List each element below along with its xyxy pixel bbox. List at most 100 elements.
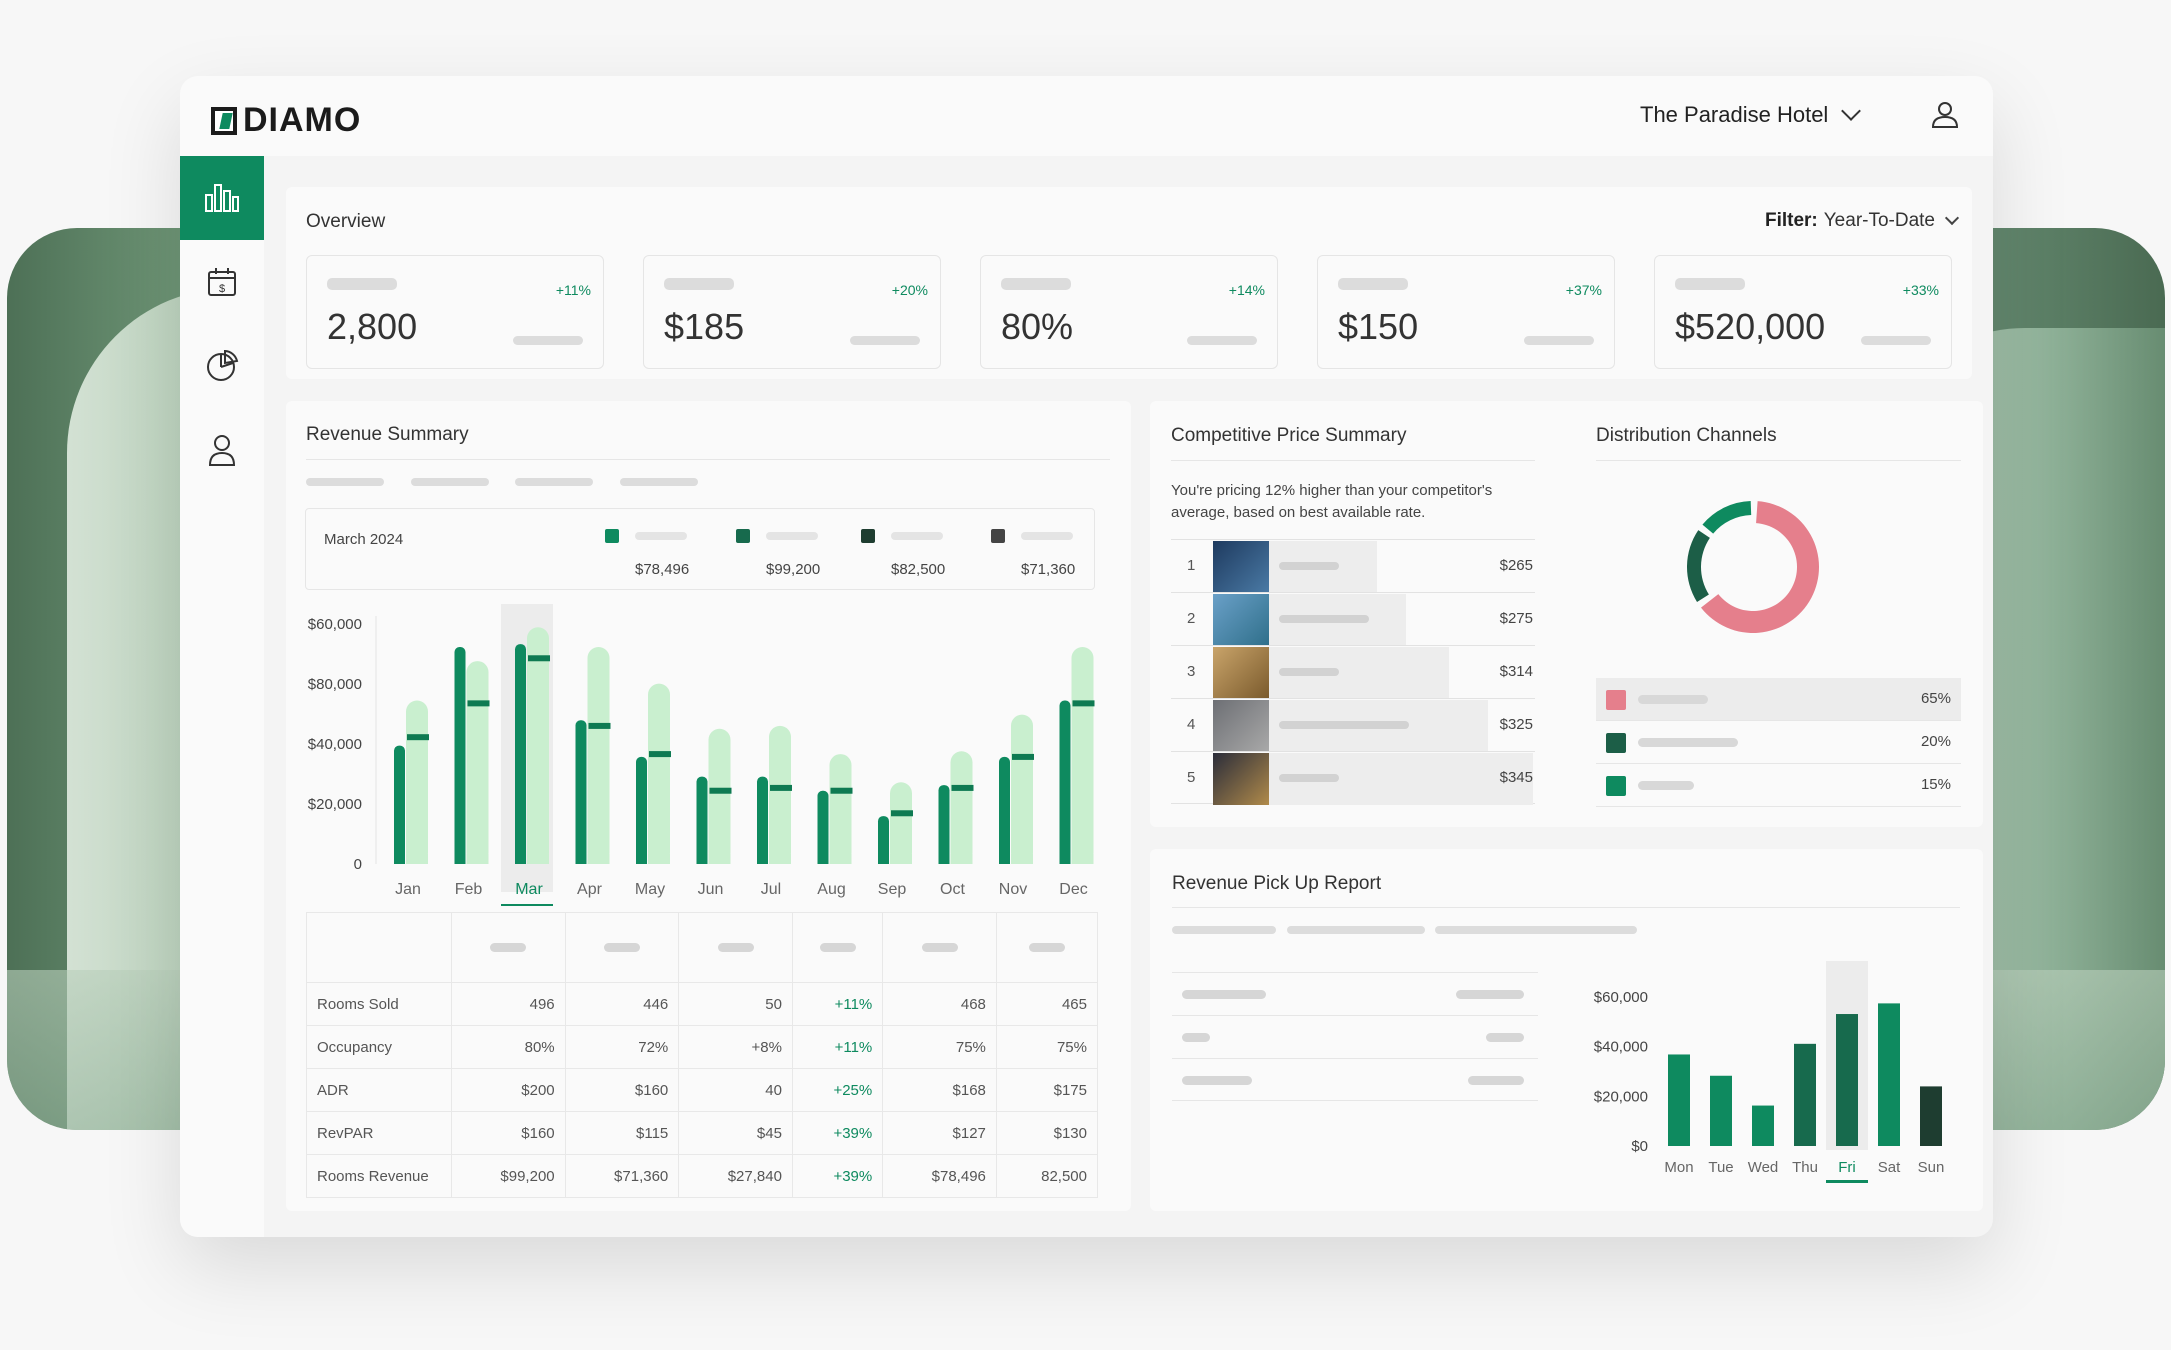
- table-header-cell[interactable]: [882, 912, 997, 983]
- bar-marker: [1072, 700, 1095, 707]
- tab-placeholder[interactable]: [411, 478, 489, 486]
- bar-primary: [999, 756, 1010, 864]
- competitor-rank: 2: [1187, 610, 1196, 627]
- table-header-cell[interactable]: [564, 912, 680, 983]
- chevron-down-icon: [1944, 210, 1960, 226]
- table-cell: $27,840: [678, 1154, 793, 1198]
- channel-row[interactable]: 20%: [1596, 721, 1961, 764]
- x-tick-label: Sat: [1878, 1159, 1901, 1176]
- bar-secondary: [829, 754, 852, 864]
- competitor-price: $325: [1499, 716, 1533, 733]
- table-cell: +11%: [791, 1025, 884, 1069]
- competitor-rank: 3: [1187, 663, 1196, 680]
- label-placeholder: [1021, 532, 1073, 540]
- legend-swatch: [991, 529, 1005, 543]
- table-cell: $168: [882, 1068, 997, 1112]
- bar-secondary: [890, 782, 912, 864]
- legend-month: March 2024: [324, 531, 404, 548]
- kpi-value: $150: [1338, 306, 1419, 347]
- sidebar-item-reports[interactable]: [180, 324, 264, 408]
- kpi-card[interactable]: +11% 2,800: [306, 255, 604, 369]
- hotel-selector[interactable]: The Paradise Hotel: [1640, 101, 1862, 128]
- competitor-rank: 1: [1187, 557, 1196, 574]
- bar-primary: [757, 776, 768, 864]
- table-cell: $99,200: [451, 1154, 566, 1198]
- x-tick-label: Jan: [395, 881, 421, 898]
- brand-logo[interactable]: DIAMO: [211, 101, 361, 140]
- legend-swatch: [736, 529, 750, 543]
- bar-secondary-base: [890, 854, 912, 864]
- bar: [1836, 1014, 1858, 1146]
- user-icon: [208, 435, 236, 466]
- kpi-card[interactable]: +33% $520,000: [1654, 255, 1952, 369]
- competitor-row[interactable]: 1 $265: [1171, 539, 1535, 593]
- table-header-cell[interactable]: [678, 912, 793, 983]
- bar-primary-base: [394, 858, 405, 864]
- kpi-delta: +37%: [1565, 282, 1602, 298]
- bar-secondary-base: [466, 854, 489, 864]
- table-header-cell[interactable]: [791, 912, 884, 983]
- x-tick-label: Sep: [878, 881, 907, 898]
- list-item: [1172, 1058, 1538, 1101]
- table-header-cell[interactable]: [451, 912, 566, 983]
- legend-swatch: [861, 529, 875, 543]
- tab-placeholder[interactable]: [1435, 926, 1637, 934]
- channel-row[interactable]: 15%: [1596, 764, 1961, 807]
- competitor-row[interactable]: 5 $345: [1171, 751, 1535, 805]
- x-tick-label: Thu: [1792, 1159, 1818, 1176]
- svg-text:$: $: [219, 283, 225, 295]
- kpi-delta: +11%: [555, 282, 591, 298]
- table-cell: $45: [678, 1111, 793, 1155]
- competitor-row[interactable]: 3 $314: [1171, 645, 1535, 699]
- header-placeholder: [490, 943, 527, 952]
- tab-placeholder[interactable]: [515, 478, 593, 486]
- kpi-card[interactable]: +14% 80%: [980, 255, 1278, 369]
- pickup-bar-chart: $60,000 $40,000 $20,000 $0 Mon Tue Wed Thu Fri Sa…: [1594, 961, 1944, 1183]
- row-label: RevPAR: [306, 1111, 452, 1155]
- kpi-delta: +14%: [1228, 282, 1265, 298]
- bar-secondary-base: [950, 854, 973, 864]
- kpi-card[interactable]: +37% $150: [1317, 255, 1615, 369]
- x-tick-label: Mon: [1664, 1159, 1693, 1176]
- tab-placeholder[interactable]: [620, 478, 698, 486]
- label-placeholder: [1338, 278, 1408, 290]
- revenue-bar-chart: $60,000 $80,000 $40,000 $20,000 0 Jan Feb Mar Ap…: [308, 604, 1095, 906]
- sidebar-item-users[interactable]: [180, 408, 264, 492]
- x-tick-label: Wed: [1748, 1159, 1779, 1176]
- table-cell: $175: [995, 1068, 1099, 1112]
- bar-primary: [394, 745, 405, 864]
- bar-primary-base: [636, 858, 647, 864]
- sidebar-item-calendar[interactable]: $: [180, 240, 264, 324]
- donut-slice: [1687, 530, 1710, 602]
- bar-secondary: [708, 728, 731, 864]
- dashboard-window: DIAMO The Paradise Hotel $ Overview Filt…: [180, 76, 1993, 1237]
- hotel-thumbnail: [1213, 700, 1269, 752]
- competitive-title: Competitive Price Summary: [1171, 425, 1407, 446]
- table-header-cell[interactable]: [995, 912, 1099, 983]
- channel-row[interactable]: 65%: [1596, 678, 1961, 721]
- sidebar-item-analytics[interactable]: [180, 156, 264, 240]
- kpi-card[interactable]: +20% $185: [643, 255, 941, 369]
- bar-primary-base: [696, 858, 708, 864]
- header-placeholder: [603, 943, 640, 952]
- tab-placeholder[interactable]: [306, 478, 384, 486]
- chevron-down-icon: [1841, 101, 1862, 121]
- bar: [1794, 1043, 1816, 1146]
- table-cell: +8%: [678, 1025, 793, 1069]
- tab-placeholder[interactable]: [1172, 926, 1276, 934]
- bar-secondary: [648, 683, 670, 864]
- filter-value: Year-To-Date: [1823, 210, 1935, 231]
- date-filter[interactable]: Filter: Year-To-Date: [1765, 210, 1960, 232]
- bar-secondary-base: [769, 854, 791, 864]
- bar-primary: [575, 720, 587, 864]
- tab-placeholder[interactable]: [1287, 926, 1425, 934]
- user-profile-button[interactable]: [1930, 100, 1960, 135]
- channel-percent: 15%: [1920, 776, 1951, 793]
- calendar-icon: $: [208, 268, 236, 296]
- bar-primary: [636, 756, 647, 864]
- header-placeholder: [819, 943, 856, 952]
- competitor-row[interactable]: 4 $325: [1171, 698, 1535, 752]
- table-cell: 75%: [882, 1025, 997, 1069]
- divider: [1171, 460, 1535, 461]
- competitor-row[interactable]: 2 $275: [1171, 592, 1535, 646]
